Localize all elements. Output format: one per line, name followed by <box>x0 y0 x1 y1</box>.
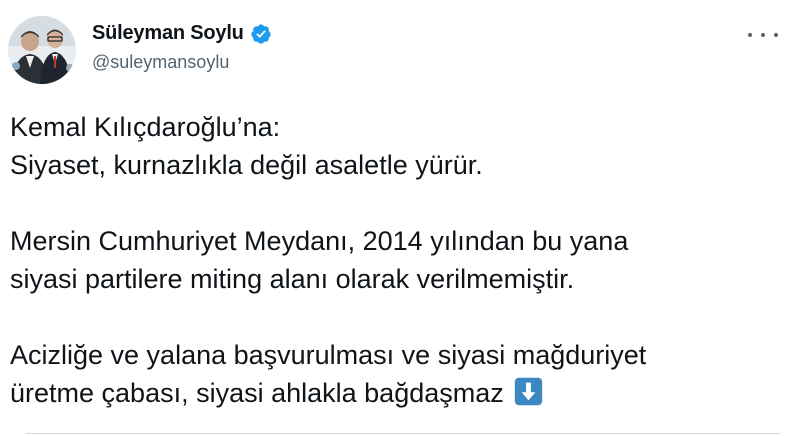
tweet-paragraph: Acizliğe ve yalana başvurulması ve siyas… <box>10 336 790 412</box>
tweet-paragraph: Mersin Cumhuriyet Meydanı, 2014 yılından… <box>10 222 790 298</box>
author-handle[interactable]: @suleymansoylu <box>92 52 272 73</box>
tweet-card: Süleyman Soylu @suleymansoylu Kemal Kılı… <box>0 0 800 436</box>
more-dot-icon <box>761 33 765 37</box>
tweet-line: Siyaset, kurnazlıkla değil asaletle yürü… <box>10 150 483 180</box>
author-block: Süleyman Soylu @suleymansoylu <box>92 22 272 73</box>
tweet-paragraph: Kemal Kılıçdaroğlu’na: Siyaset, kurnazlı… <box>10 108 790 184</box>
tweet-line: siyasi partilere miting alanı olarak ver… <box>10 264 575 294</box>
author-name-row[interactable]: Süleyman Soylu <box>92 22 272 45</box>
tweet-line: Mersin Cumhuriyet Meydanı, 2014 yılından… <box>10 226 629 256</box>
more-options-button[interactable] <box>748 26 778 44</box>
tweet-text: Kemal Kılıçdaroğlu’na: Siyaset, kurnazlı… <box>10 108 790 412</box>
more-dot-icon <box>748 33 752 37</box>
down-arrow-emoji-icon <box>514 377 542 406</box>
profile-photo-icon <box>8 16 76 84</box>
more-dot-icon <box>774 33 778 37</box>
verified-badge-icon <box>251 23 271 44</box>
tweet-line: Kemal Kılıçdaroğlu’na: <box>10 112 281 142</box>
display-name[interactable]: Süleyman Soylu <box>92 22 244 45</box>
tweet-line: Acizliğe ve yalana başvurulması ve siyas… <box>10 340 647 370</box>
tweet-line-last: üretme çabası, siyasi ahlakla bağdaşmaz <box>10 374 790 412</box>
avatar[interactable] <box>8 16 76 84</box>
tweet-line-text: üretme çabası, siyasi ahlakla bağdaşmaz <box>10 378 504 408</box>
divider <box>26 433 780 434</box>
